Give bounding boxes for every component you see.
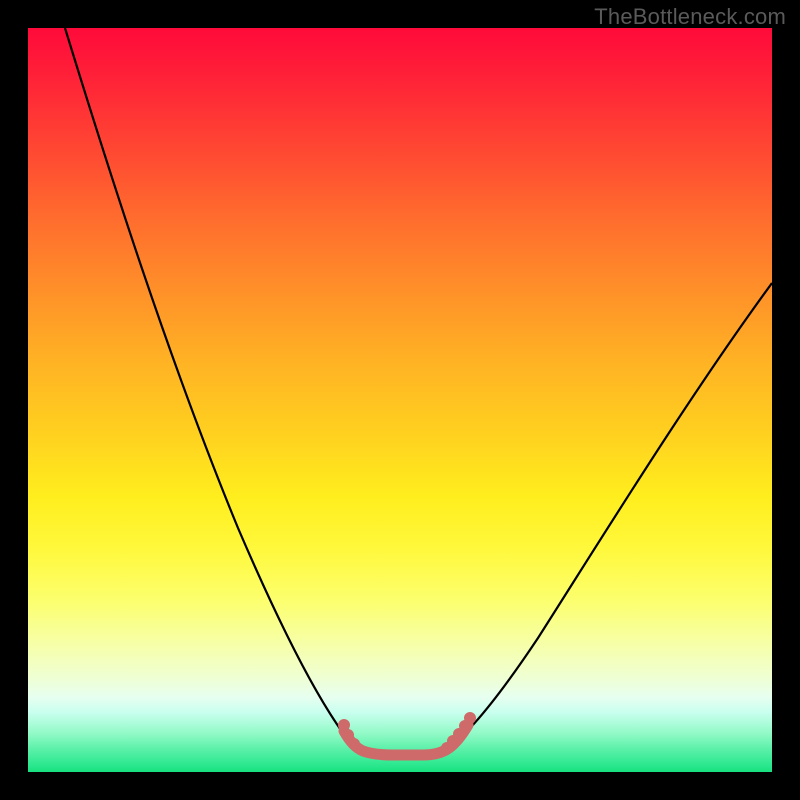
flat-region-markers	[339, 713, 476, 756]
chart-frame: TheBottleneck.com	[0, 0, 800, 800]
curve-path	[65, 28, 772, 753]
bottleneck-curve	[28, 28, 772, 772]
watermark-text: TheBottleneck.com	[594, 4, 786, 30]
plot-area	[28, 28, 772, 772]
